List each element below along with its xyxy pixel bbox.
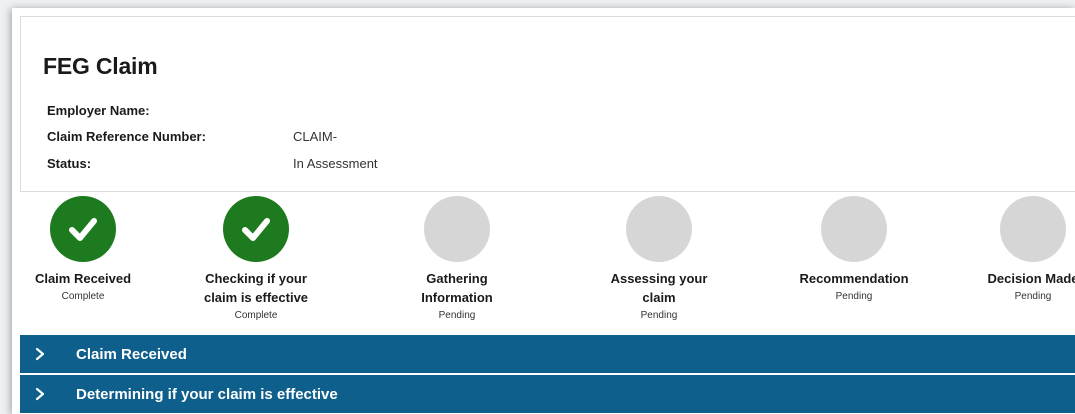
accordion-determining-effective[interactable]: Determining if your claim is effective (20, 375, 1075, 413)
check-icon (223, 196, 289, 262)
check-icon (50, 196, 116, 262)
step-label: Recommendation (799, 271, 909, 286)
step-status: Pending (1014, 291, 1052, 302)
step-status: Pending (640, 310, 678, 321)
step-status: Pending (438, 310, 476, 321)
accordion-claim-received[interactable]: Claim Received (20, 335, 1075, 373)
pending-circle-icon (424, 196, 490, 262)
step-label: Assessing your claim (610, 271, 708, 305)
step-checking-effective: Checking if your claim is effective Comp… (156, 196, 356, 321)
step-status: Complete (234, 310, 278, 321)
pending-circle-icon (1000, 196, 1066, 262)
status-value: In Assessment (293, 156, 378, 171)
step-gathering-information: Gathering Information Pending (357, 196, 557, 321)
step-assessing-claim: Assessing your claim Pending (559, 196, 759, 321)
accordion-label: Determining if your claim is effective (76, 385, 338, 403)
pending-circle-icon (821, 196, 887, 262)
claim-summary: FEG Claim Employer Name: Claim Reference… (20, 16, 1075, 192)
chevron-right-icon (34, 347, 52, 361)
claim-card: FEG Claim Employer Name: Claim Reference… (12, 8, 1075, 414)
claim-reference-value: CLAIM- (293, 129, 338, 144)
step-decision-made: Decision Made Pending (933, 196, 1075, 302)
step-recommendation: Recommendation Pending (754, 196, 954, 302)
accordion-label: Claim Received (76, 345, 187, 363)
chevron-right-icon (34, 387, 52, 401)
step-label: Checking if your claim is effective (203, 271, 309, 305)
pending-circle-icon (626, 196, 692, 262)
step-status: Pending (835, 291, 873, 302)
status-label: Status: (47, 156, 92, 171)
step-label: Decision Made (987, 271, 1075, 286)
page-title: FEG Claim (43, 53, 158, 79)
step-label: Gathering Information (421, 271, 493, 305)
employer-name-label: Employer Name: (47, 103, 150, 118)
claim-reference-label: Claim Reference Number: (47, 129, 206, 144)
